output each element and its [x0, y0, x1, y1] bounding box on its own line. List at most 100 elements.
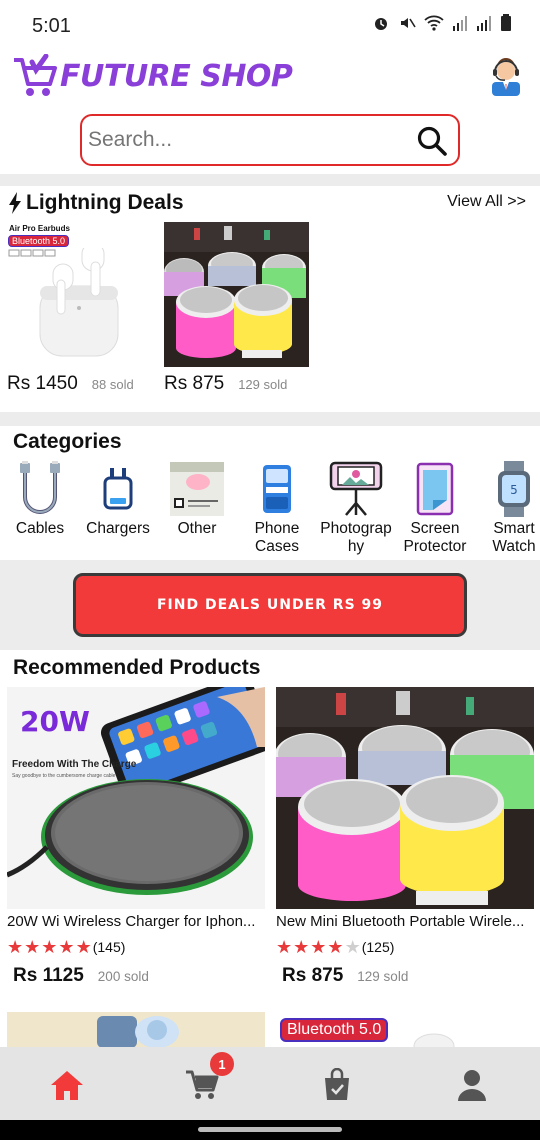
mute-icon — [401, 18, 416, 28]
star-icon: ★ — [7, 937, 24, 957]
category-phone-cases[interactable]: Phone Cases — [237, 460, 317, 556]
signal-icon — [477, 16, 491, 31]
cable-icon — [0, 460, 80, 518]
earbuds-image: Air Pro Earbuds Bluetooth 5.0 — [7, 222, 152, 367]
category-smart-watch[interactable]: 5 Smart Watch — [474, 460, 540, 556]
star-icon: ★ — [293, 937, 310, 957]
lightning-deals-title: Lightning Deals — [26, 191, 184, 214]
recommended-section: Recommended Products 20W Freedom With Th… — [0, 650, 540, 1050]
product-price: Rs 875 — [282, 965, 344, 986]
promo-big: 20W — [20, 705, 90, 738]
speaker-image — [164, 222, 309, 367]
product-card-partial[interactable]: Bluetooth 5.0 — [276, 1012, 534, 1048]
find-deals-button[interactable]: FIND DEALS UNDER RS 99 — [73, 573, 467, 637]
cart-logo-icon — [14, 54, 57, 96]
speaker-product-image — [276, 687, 534, 909]
product-name: 20W Wi Wireless Charger for Iphon... — [7, 913, 256, 930]
wifi-icon — [424, 15, 444, 31]
product-card-charger[interactable]: 20W Freedom With The Charge Say goodbye … — [7, 687, 265, 987]
lightning-deals-heading: Lightning Deals — [8, 191, 184, 215]
product-rating: ★ ★ ★ ★ ★ (145) — [7, 938, 265, 956]
support-agent-icon[interactable] — [486, 54, 526, 96]
alarm-icon — [375, 18, 387, 30]
category-chargers[interactable]: Chargers — [78, 460, 158, 538]
smartwatch-icon: 5 — [474, 460, 540, 518]
cart-icon — [186, 1070, 219, 1099]
photography-icon — [316, 460, 396, 518]
categories-row: Cables Chargers Other Phone Cases Photog… — [0, 460, 540, 556]
product-card-speaker[interactable]: New Mini Bluetooth Portable Wirele... ★ ★… — [276, 687, 534, 987]
profile-icon — [458, 1070, 486, 1101]
category-label: Smart Watch — [492, 520, 536, 555]
signal-icon — [453, 16, 467, 31]
product-card-partial[interactable] — [7, 1012, 265, 1048]
search-input[interactable] — [88, 128, 408, 152]
svg-text:5: 5 — [510, 483, 518, 497]
category-label: Screen Protector — [403, 520, 467, 555]
promo-line: Freedom With The Charge — [12, 759, 137, 770]
categories-section: Categories Cables Chargers Other Phone C… — [0, 426, 540, 560]
nav-orders[interactable] — [317, 1065, 357, 1105]
phone-case-icon — [237, 460, 317, 518]
recommended-title: Recommended Products — [13, 656, 261, 679]
review-count: (145) — [92, 939, 126, 955]
cart-badge: 1 — [210, 1052, 234, 1076]
star-icon: ★ — [310, 937, 327, 957]
logo[interactable]: FUTURE SHOP — [12, 54, 293, 98]
charger-icon — [78, 460, 158, 518]
gesture-bar — [0, 1120, 540, 1140]
category-label: Cables — [15, 520, 65, 537]
deal-price: Rs 875 — [164, 373, 225, 394]
product-sold: 129 sold — [357, 969, 409, 984]
nav-profile[interactable] — [452, 1065, 492, 1105]
review-count: (125) — [361, 939, 395, 955]
next-products-row: Bluetooth 5.0 — [0, 1012, 540, 1048]
status-icons — [372, 14, 512, 32]
battery-icon — [501, 14, 511, 31]
category-photography[interactable]: Photograp hy — [316, 460, 396, 556]
category-cables[interactable]: Cables — [0, 460, 80, 538]
view-all-link[interactable]: View All >> — [447, 193, 526, 211]
lightning-deals-section: Lightning Deals View All >> Air Pro Earb… — [0, 186, 540, 412]
star-icon: ★ — [24, 937, 41, 957]
promo-small: Say goodbye to the cumbersome charge cab… — [12, 773, 116, 779]
product-price: Rs 1125 — [13, 965, 84, 986]
logo-text: FUTURE SHOP — [60, 58, 293, 94]
earbuds-badge-tag: Bluetooth 5.0 — [8, 235, 70, 247]
other-icon — [157, 460, 237, 518]
product-rating: ★ ★ ★ ★ ★ (125) — [276, 938, 534, 956]
star-empty-icon: ★ — [344, 937, 361, 957]
home-gesture-pill[interactable] — [198, 1127, 342, 1132]
shopping-bag-icon — [325, 1068, 349, 1100]
category-label: Chargers — [86, 520, 150, 537]
search-icon[interactable] — [416, 125, 448, 157]
category-label: Other — [177, 520, 217, 537]
category-screen-protector[interactable]: Screen Protector — [395, 460, 475, 556]
category-other[interactable]: Other — [157, 460, 237, 538]
star-icon: ★ — [75, 937, 92, 957]
nav-cart[interactable]: 1 — [182, 1052, 234, 1105]
category-label: Photograp hy — [320, 520, 392, 555]
product-name: New Mini Bluetooth Portable Wirele... — [276, 913, 525, 930]
star-icon: ★ — [276, 937, 293, 957]
header: FUTURE SHOP — [0, 50, 540, 174]
deal-item-earbuds[interactable]: Air Pro Earbuds Bluetooth 5.0 Rs 1450 88… — [7, 222, 152, 395]
category-label: Phone Cases — [254, 520, 300, 555]
bottom-navigation: 1 — [0, 1047, 540, 1120]
home-icon — [51, 1071, 83, 1100]
search-bar[interactable] — [80, 114, 460, 166]
product-sold: 200 sold — [97, 969, 149, 984]
screen-protector-icon — [395, 460, 475, 518]
charger-product-image: 20W Freedom With The Charge Say goodbye … — [7, 687, 265, 909]
deal-price: Rs 1450 — [7, 373, 78, 394]
star-icon: ★ — [327, 937, 344, 957]
nav-home[interactable] — [47, 1065, 87, 1105]
deal-sold: 88 sold — [91, 377, 134, 392]
categories-title: Categories — [13, 430, 122, 453]
next-row-tag: Bluetooth 5.0 — [280, 1018, 389, 1042]
status-time: 5:01 — [32, 15, 71, 37]
deal-item-speaker[interactable]: Rs 875 129 sold — [164, 222, 309, 395]
deal-sold: 129 sold — [238, 377, 288, 392]
star-icon: ★ — [58, 937, 75, 957]
star-icon: ★ — [41, 937, 58, 957]
